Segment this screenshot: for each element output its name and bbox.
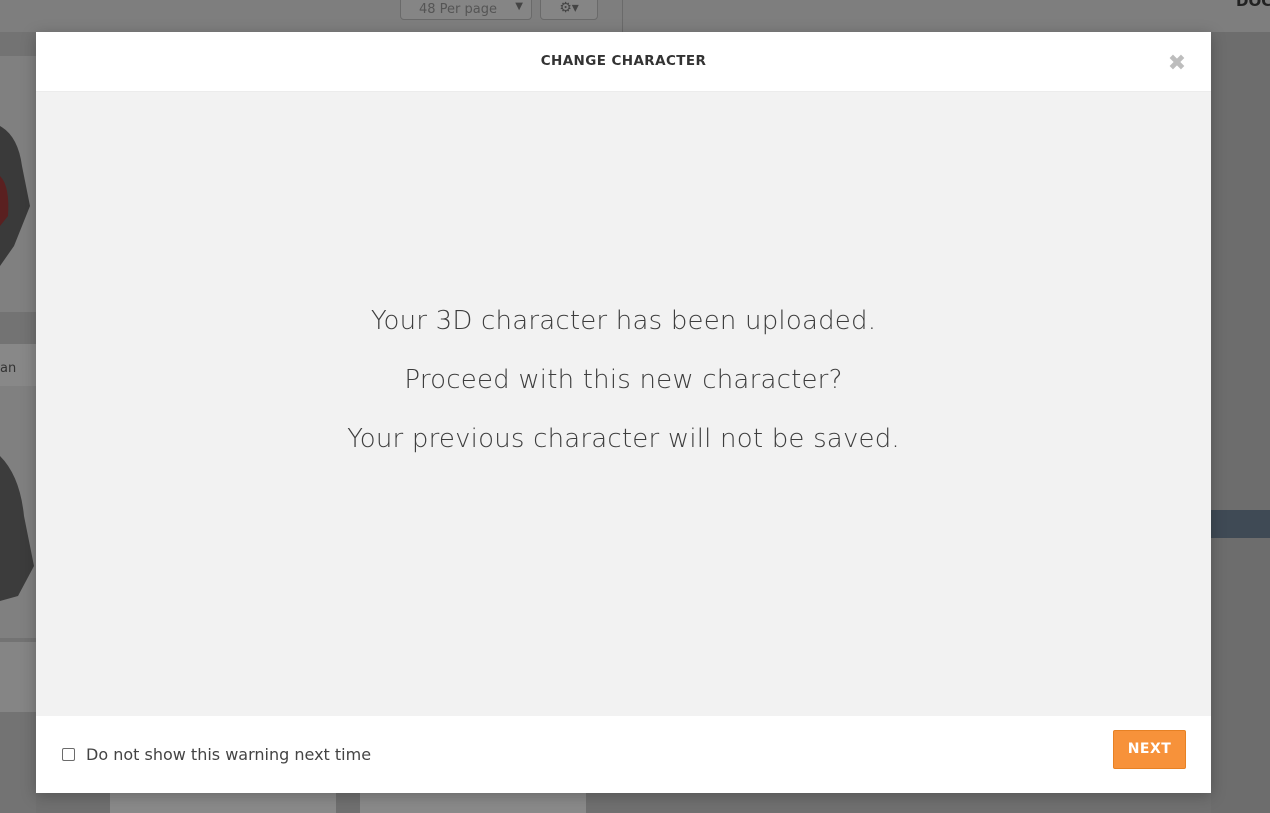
next-button[interactable]: NEXT: [1113, 730, 1186, 769]
settings-dropdown: ⚙▾: [540, 0, 598, 20]
background-left-gallery: an: [0, 32, 36, 813]
background-viewport: [1211, 32, 1270, 813]
message-line-warning: Your previous character will not be save…: [347, 424, 900, 454]
chevron-down-icon: ▼: [515, 1, 523, 12]
background-top-right-text: DOC: [1236, 0, 1270, 10]
gear-icon: ⚙▾: [559, 0, 579, 16]
modal-header: CHANGE CHARACTER ✖: [36, 32, 1211, 92]
background-3d-character: [1211, 510, 1270, 538]
dont-show-again-checkbox[interactable]: [62, 748, 75, 761]
background-character-card: [0, 386, 36, 638]
background-card-label-text: an: [0, 361, 17, 376]
per-page-select: 48 Per page ▼: [400, 0, 532, 20]
toolbar-divider: [622, 0, 623, 32]
background-thumbnail: [110, 793, 336, 813]
background-toolbar: [0, 0, 1270, 32]
background-character-card: [0, 56, 36, 312]
character-thumbnail: [0, 456, 34, 601]
message-line-uploaded: Your 3D character has been uploaded.: [370, 306, 877, 336]
character-thumbnail: [0, 126, 30, 266]
message-line-proceed: Proceed with this new character?: [404, 365, 843, 395]
modal-title: CHANGE CHARACTER: [540, 53, 707, 69]
background-character-card: [0, 642, 36, 712]
close-icon[interactable]: ✖: [1164, 51, 1190, 77]
modal-footer: Do not show this warning next time NEXT: [36, 716, 1211, 793]
change-character-modal: CHANGE CHARACTER ✖ Your 3D character has…: [36, 32, 1211, 793]
dont-show-again-label[interactable]: Do not show this warning next time: [86, 745, 371, 764]
modal-body: Your 3D character has been uploaded. Pro…: [36, 92, 1211, 716]
background-thumbnail: [360, 793, 586, 813]
background-card-label: an: [0, 344, 36, 392]
per-page-select-value: 48 Per page: [419, 2, 497, 17]
